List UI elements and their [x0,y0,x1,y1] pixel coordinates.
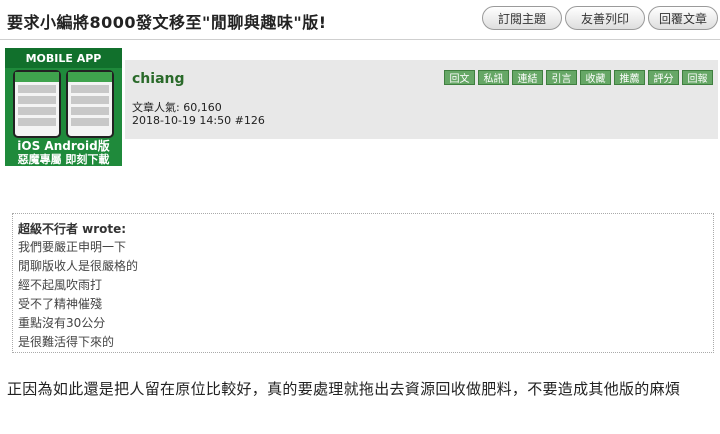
quote-action-button[interactable]: 引言 [546,70,577,85]
quote-author: 超級不行者 wrote: [18,222,127,236]
quote-line: 閒聊版收人是很嚴格的 [18,259,139,273]
recommend-action-button[interactable]: 推薦 [614,70,645,85]
message-action-button[interactable]: 私訊 [478,70,509,85]
author-name[interactable]: chiang [132,71,185,87]
subscribe-button[interactable]: 訂閱主題 [482,6,562,30]
banner-cta: 惡魔專屬 即刻下載 [17,153,110,166]
reply-action-button[interactable]: 回文 [444,70,475,85]
phone-icon [13,70,61,138]
quote-line: 我們要嚴正申明一下 [18,240,127,254]
quote-line: 重點沒有30公分 [18,316,106,330]
post-datetime-floor: 2018-10-19 14:50 #126 [132,114,265,127]
thread-title: 要求小編將8000發文移至"閒聊與趣味"版! [7,13,327,32]
post-popularity: 文章人氣: 60,160 [132,101,222,114]
header-divider [0,39,720,40]
banner-top: MOBILE APP [5,48,122,68]
print-button[interactable]: 友善列印 [565,6,645,30]
quote-line: 經不起風吹雨打 [18,278,103,292]
topbar: 要求小編將8000發文移至"閒聊與趣味"版! 訂閱主題 友善列印 回覆文章 [0,0,720,40]
phone-icon [66,70,114,138]
mobile-app-banner[interactable]: MOBILE APP iOS Android版 惡魔專屬 即刻下載 [5,48,122,166]
quote-line: 是很難活得下來的 [18,335,115,349]
reply-button[interactable]: 回覆文章 [648,6,718,30]
link-action-button[interactable]: 連結 [512,70,543,85]
report-action-button[interactable]: 回報 [682,70,713,85]
quote-line: 受不了精神催殘 [18,297,103,311]
post-body: 正因為如此還是把人留在原位比較好，真的要處理就拖出去資源回收做肥料，不要造成其他… [7,380,681,398]
rate-action-button[interactable]: 評分 [648,70,679,85]
favorite-action-button[interactable]: 收藏 [580,70,611,85]
